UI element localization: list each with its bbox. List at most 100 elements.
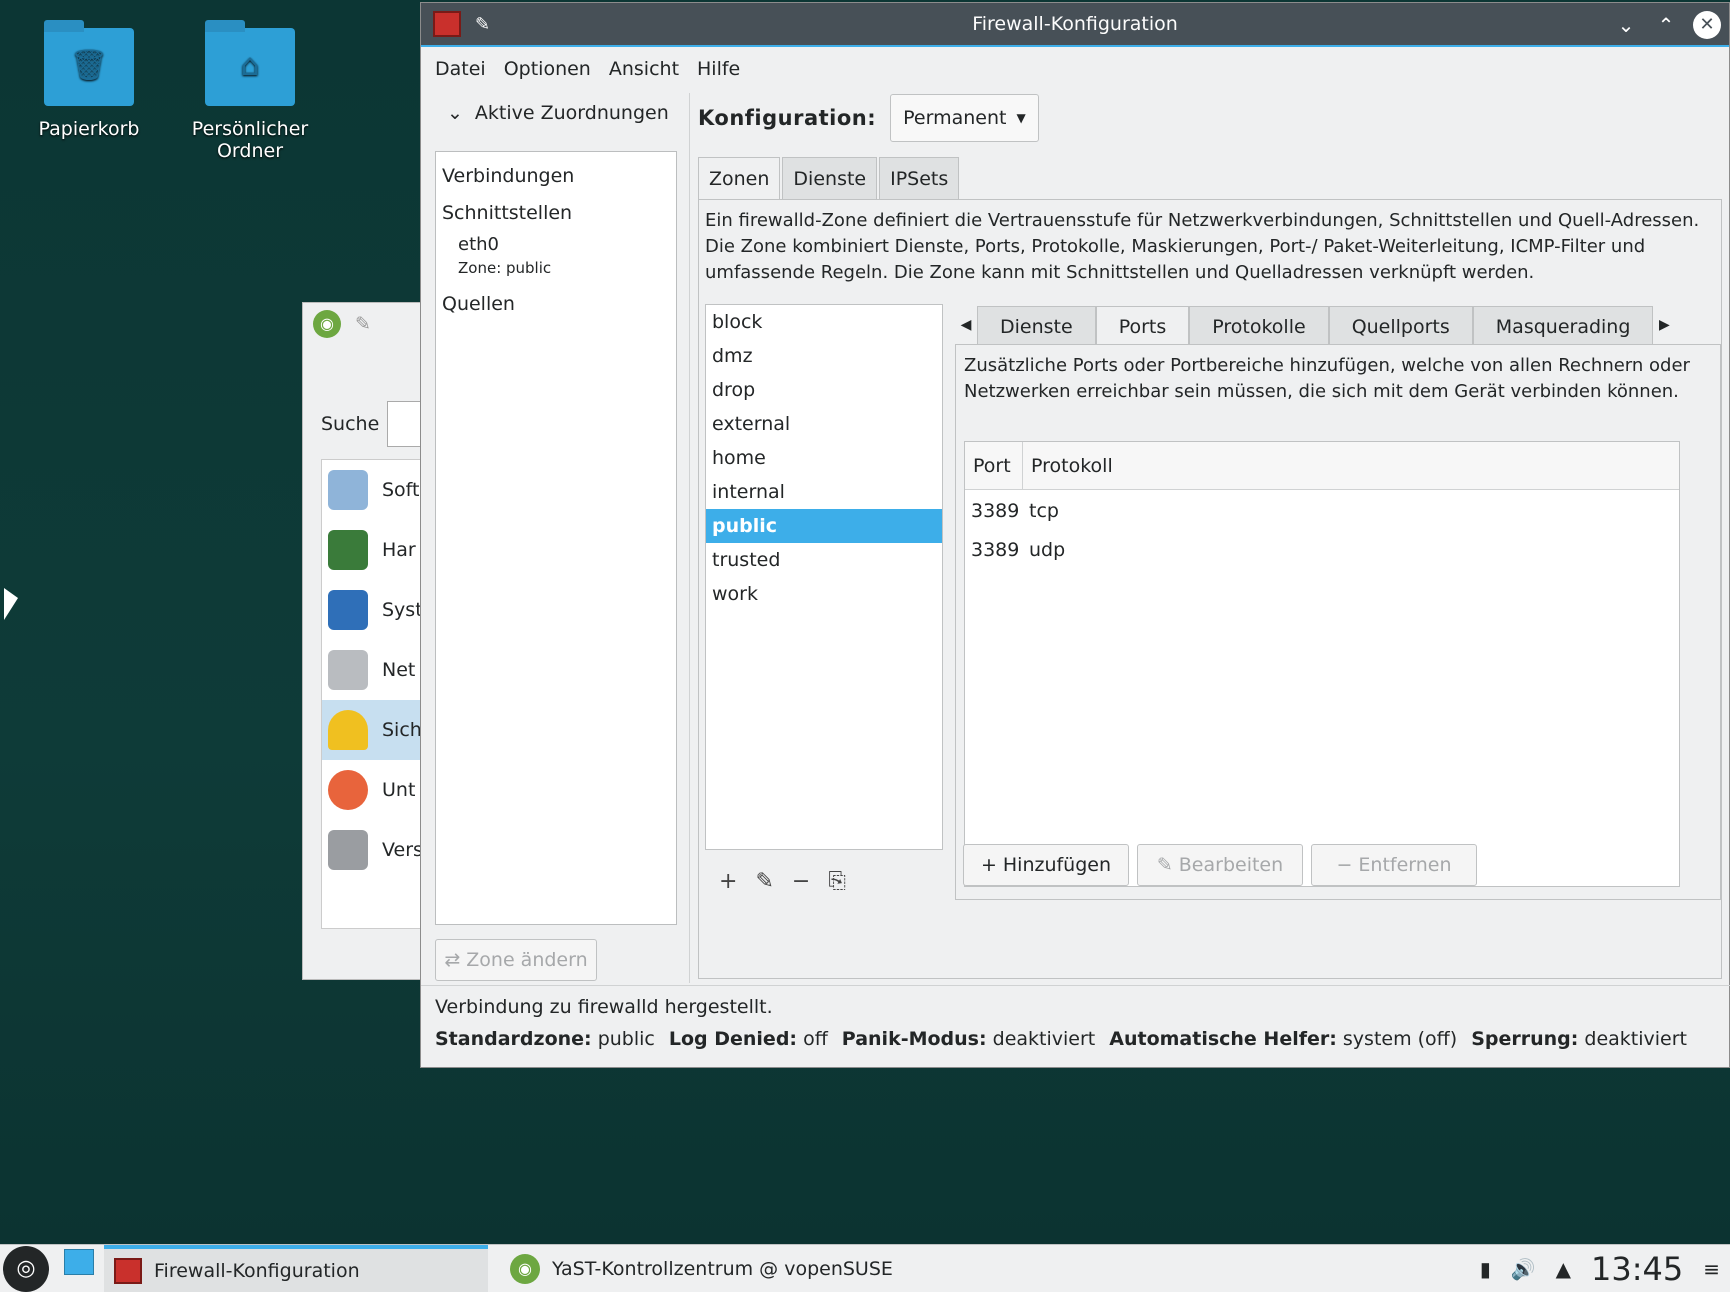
window-title: Firewall-Konfiguration [972, 13, 1178, 35]
trash-label: Papierkorb [38, 118, 140, 140]
active-bindings-header: Aktive Zuordnungen [474, 102, 669, 124]
pin-icon[interactable]: ✎ [355, 313, 371, 335]
table-row[interactable]: 3389 udp [965, 531, 1679, 568]
home-folder-desktop-icon[interactable]: ⌂ Persönlicher Ordner [170, 20, 330, 162]
volume-icon[interactable]: 🔊 [1511, 1257, 1536, 1281]
bindings-connections[interactable]: Verbindungen [442, 158, 670, 195]
zone-item-home[interactable]: home [706, 441, 942, 475]
add-zone-icon[interactable]: + [719, 869, 737, 894]
zone-item-internal[interactable]: internal [706, 475, 942, 509]
yast-category-list[interactable]: Soft Har Syst Net Sich Unt Vers [321, 459, 431, 929]
yast-control-center-window[interactable]: ◉ ✎ Suche Soft Har Syst Net Sich Unt Ver… [302, 302, 431, 980]
auto-helpers-value: system (off) [1342, 1028, 1458, 1050]
ports-table[interactable]: Port Protokoll 3389 tcp 3389 udp [964, 441, 1680, 887]
config-pane: Konfiguration: Permanent ▼ Zonen Dienste… [689, 93, 1729, 983]
opensuse-logo-icon: ◎ [3, 1245, 49, 1292]
home-folder-icon: ⌂ [205, 20, 295, 106]
active-bindings-list[interactable]: Verbindungen Schnittstellen eth0 Zone: p… [435, 151, 677, 925]
tab-ipsets[interactable]: IPSets [879, 157, 960, 199]
yast-logo-icon: ◉ [313, 310, 341, 338]
tray-expand-icon[interactable]: ▲ [1556, 1257, 1571, 1281]
firewall-app-icon [114, 1257, 142, 1284]
yast-logo-icon: ◉ [510, 1253, 540, 1284]
zone-item-trusted[interactable]: trusted [706, 543, 942, 577]
zone-toolbar: + ✎ − ⎘ [705, 860, 943, 902]
task-firewall[interactable]: Firewall-Konfiguration [104, 1244, 488, 1292]
task-yast[interactable]: ◉ YaST-Kontrollzentrum @ vopenSUSE [488, 1245, 893, 1292]
lockdown-value: deaktiviert [1584, 1028, 1688, 1050]
firewall-config-window[interactable]: ✎ Firewall-Konfiguration ⌄ ⌃ ✕ Datei Opt… [420, 2, 1730, 1068]
connection-status: Verbindung zu firewalld hergestellt. [435, 996, 773, 1018]
menu-ansicht[interactable]: Ansicht [609, 58, 679, 80]
minimize-button[interactable]: ⌄ [1613, 13, 1639, 37]
application-launcher[interactable]: ◎ [0, 1245, 52, 1292]
column-protocol[interactable]: Protokoll [1023, 442, 1113, 489]
zone-item-block[interactable]: block [706, 305, 942, 339]
change-zone-button[interactable]: ⇄ Zone ändern [435, 939, 597, 981]
tab-zone-masquerading[interactable]: Masquerading [1472, 306, 1654, 346]
zone-item-work[interactable]: work [706, 577, 942, 611]
remove-port-button[interactable]: − Entfernen [1311, 844, 1477, 886]
home-folder-label: Persönlicher Ordner [191, 118, 309, 162]
configuration-select[interactable]: Permanent ▼ [890, 94, 1039, 142]
tab-zone-ports[interactable]: Ports [1095, 306, 1190, 346]
ports-panel: Zusätzliche Ports oder Portbereiche hinz… [955, 344, 1721, 900]
tab-zone-services[interactable]: Dienste [977, 306, 1096, 346]
minus-icon: − [1336, 854, 1353, 876]
zone-item-external[interactable]: external [706, 407, 942, 441]
zone-list[interactable]: block dmz drop external home internal pu… [705, 304, 943, 850]
tab-zones[interactable]: Zonen [698, 157, 781, 199]
add-port-button[interactable]: + Hinzufügen [963, 844, 1129, 886]
clock[interactable]: 13:45 [1591, 1250, 1683, 1288]
menu-optionen[interactable]: Optionen [504, 58, 591, 80]
yast-category-support[interactable]: Unt [322, 760, 430, 820]
interface-eth0[interactable]: eth0 [442, 232, 670, 258]
tabs-scroll-left-icon[interactable]: ◀ [955, 304, 977, 346]
yast-category-network[interactable]: Net [322, 640, 430, 700]
window-titlebar[interactable]: ✎ Firewall-Konfiguration ⌄ ⌃ ✕ [421, 3, 1729, 47]
zone-item-drop[interactable]: drop [706, 373, 942, 407]
zone-description: Ein firewalld-Zone definiert die Vertrau… [705, 210, 1700, 283]
pin-icon[interactable]: ✎ [475, 14, 490, 35]
bindings-sources[interactable]: Quellen [442, 286, 670, 323]
zone-item-dmz[interactable]: dmz [706, 339, 942, 373]
active-bindings-toggle[interactable]: ⌄ Aktive Zuordnungen [435, 93, 677, 133]
network-icon [328, 650, 368, 690]
yast-category-system[interactable]: Syst [322, 580, 430, 640]
close-button[interactable]: ✕ [1693, 11, 1721, 39]
auto-helpers-label: Automatische Helfer: [1109, 1028, 1337, 1050]
menu-hilfe[interactable]: Hilfe [697, 58, 740, 80]
sliders-icon: ⇄ [444, 949, 461, 971]
firewall-app-icon[interactable] [433, 11, 461, 37]
taskbar: ◎ Firewall-Konfiguration ◉ YaST-Kontroll… [0, 1244, 1730, 1292]
yast-category-software[interactable]: Soft [322, 460, 430, 520]
hamburger-menu-icon[interactable]: ≡ [1703, 1257, 1720, 1281]
tab-zone-protocols[interactable]: Protokolle [1189, 306, 1329, 346]
monitor-icon [328, 590, 368, 630]
desktop-pager[interactable] [64, 1248, 94, 1275]
maximize-button[interactable]: ⌃ [1653, 13, 1679, 37]
edit-zone-icon[interactable]: ✎ [755, 869, 773, 894]
yast-category-misc[interactable]: Vers [322, 820, 430, 880]
yast-titlebar[interactable]: ◉ ✎ [303, 303, 421, 345]
zone-item-public[interactable]: public [706, 509, 942, 543]
remove-zone-icon[interactable]: − [792, 869, 810, 894]
tabs-scroll-right-icon[interactable]: ▶ [1653, 304, 1675, 346]
usb-icon[interactable]: ▮ [1480, 1257, 1491, 1281]
yast-search-label: Suche [321, 413, 380, 435]
table-row[interactable]: 3389 tcp [965, 492, 1679, 529]
menu-datei[interactable]: Datei [435, 58, 486, 80]
trash-desktop-icon[interactable]: 🗑 Papierkorb [14, 20, 164, 140]
yast-category-security[interactable]: Sich [322, 700, 430, 760]
bindings-interfaces[interactable]: Schnittstellen [442, 195, 670, 232]
yast-category-hardware[interactable]: Har [322, 520, 430, 580]
column-port[interactable]: Port [965, 442, 1023, 489]
edit-port-button[interactable]: ✎ Bearbeiten [1137, 844, 1303, 886]
plus-icon: + [980, 854, 997, 876]
tab-zone-source-ports[interactable]: Quellports [1328, 306, 1473, 346]
load-defaults-icon[interactable]: ⎘ [828, 869, 846, 894]
zone-settings-area: ◀ Dienste Ports Protokolle Quellports Ma… [955, 304, 1721, 900]
chevron-down-icon: ⌄ [447, 102, 463, 124]
tab-services[interactable]: Dienste [782, 157, 878, 199]
menubar: Datei Optionen Ansicht Hilfe [421, 47, 1729, 91]
